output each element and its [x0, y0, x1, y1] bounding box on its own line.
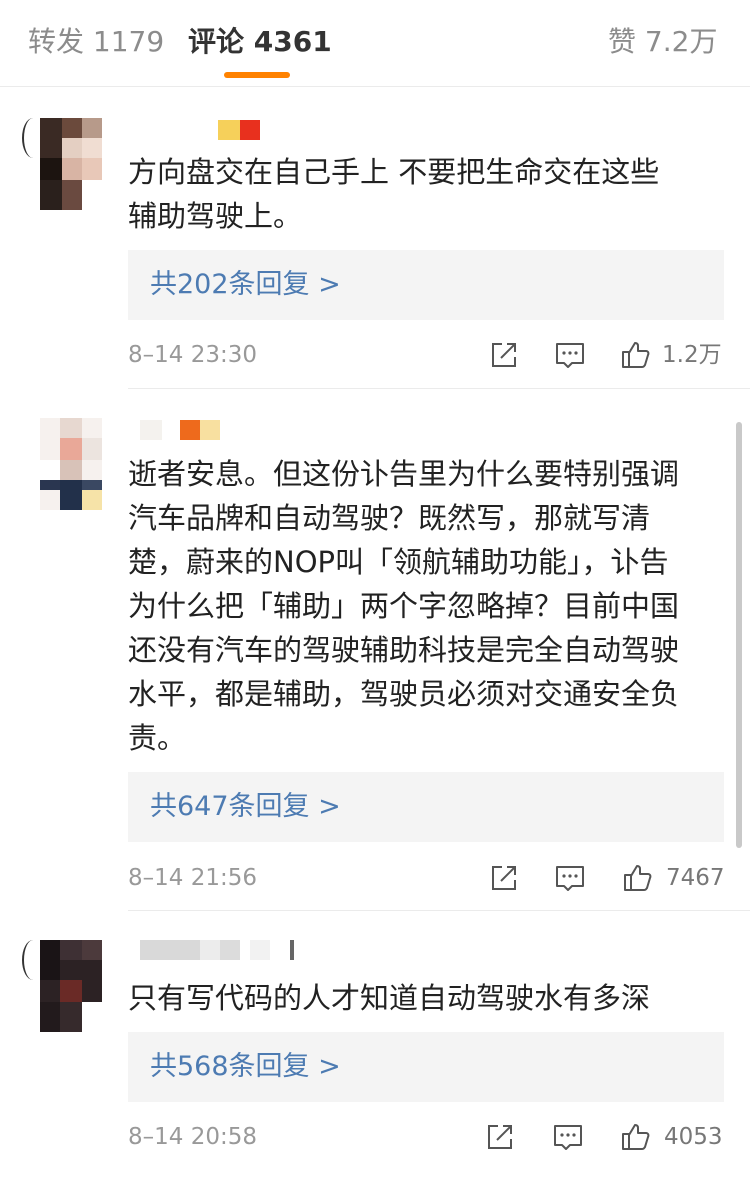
like-count: 1.2万 [662, 342, 722, 368]
view-replies-button[interactable]: 共568条回复 > [128, 1032, 724, 1102]
tab-repost-count: 1179 [92, 25, 165, 58]
comment-text: 方向盘交在自己手上 不要把生命交在这些 辅助驾驶上。 [128, 155, 660, 233]
divider [128, 388, 750, 389]
avatar[interactable] [40, 418, 102, 510]
avatar[interactable] [40, 118, 102, 210]
view-replies-label: 共202条回复 > [150, 269, 341, 300]
scrollbar[interactable] [736, 422, 742, 848]
thumbs-up-icon[interactable] [620, 1121, 652, 1153]
view-replies-button[interactable]: 共202条回复 > [128, 250, 724, 320]
comment-tabs-bar: 转发 1179 评论 4361 赞 7.2万 [0, 0, 750, 87]
thumbs-up-icon[interactable] [622, 862, 654, 894]
username-redacted[interactable] [140, 940, 300, 960]
comment-icon[interactable] [554, 339, 586, 371]
comment-timestamp: 8–14 23:30 [128, 342, 257, 368]
share-icon[interactable] [484, 1121, 516, 1153]
tab-comments-count: 4361 [253, 25, 332, 58]
tab-likes-label: 赞 [608, 25, 637, 58]
like-count: 7467 [666, 865, 725, 891]
tab-likes[interactable]: 赞 7.2万 [608, 22, 717, 62]
avatar[interactable] [40, 940, 102, 1032]
comment-timestamp: 8–14 20:58 [128, 1124, 257, 1150]
divider [128, 910, 750, 911]
tab-comments[interactable]: 评论 4361 [188, 22, 332, 62]
active-tab-indicator [224, 72, 290, 78]
tab-likes-count: 7.2万 [644, 25, 718, 58]
like-count: 4053 [664, 1124, 723, 1150]
view-replies-button[interactable]: 共647条回复 > [128, 772, 724, 842]
share-icon[interactable] [488, 339, 520, 371]
comment-text: 逝者安息。但这份讣告里为什么要特别强调 汽车品牌和自动驾驶？既然写，那就写清 楚… [128, 457, 680, 755]
username-redacted[interactable] [140, 420, 222, 440]
share-icon[interactable] [488, 862, 520, 894]
comment-timestamp: 8–14 21:56 [128, 865, 257, 891]
view-replies-label: 共647条回复 > [150, 791, 341, 822]
tab-repost[interactable]: 转发 1179 [28, 22, 164, 62]
comment-text: 只有写代码的人才知道自动驾驶水有多深 [128, 981, 651, 1015]
comment-icon[interactable] [552, 1121, 584, 1153]
tab-repost-label: 转发 [28, 25, 85, 58]
comment-icon[interactable] [554, 862, 586, 894]
username-redacted[interactable] [218, 120, 262, 140]
view-replies-label: 共568条回复 > [150, 1051, 341, 1082]
tab-comments-label: 评论 [188, 25, 245, 58]
thumbs-up-icon[interactable] [620, 339, 652, 371]
